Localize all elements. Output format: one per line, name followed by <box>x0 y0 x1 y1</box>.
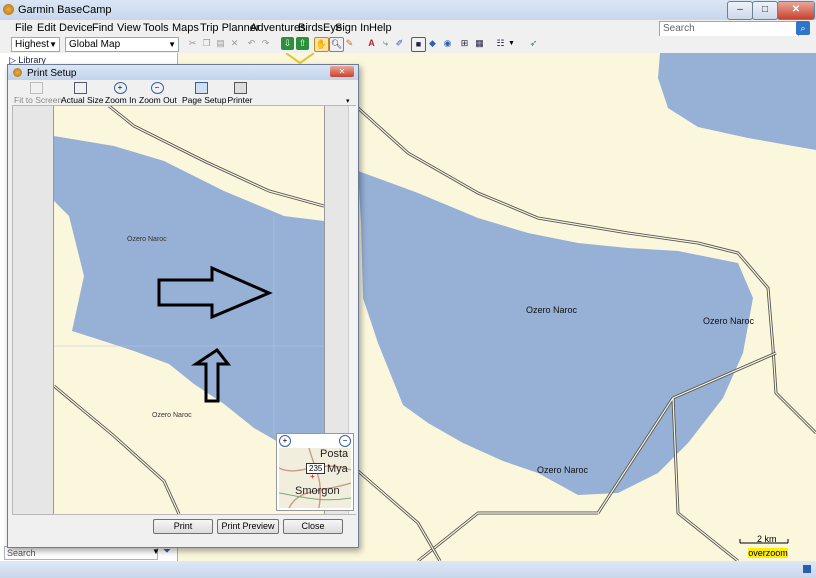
zoom-out-icon: − <box>150 82 164 94</box>
dialog-title-bar[interactable]: Print Setup ✕ <box>8 65 358 80</box>
search-icon[interactable]: ⌕ <box>796 21 810 35</box>
lake-label: Ozero Naroc <box>537 465 589 475</box>
zoom-out-button[interactable]: − Zoom Out <box>139 80 177 105</box>
overview-map[interactable]: + − Posta 235 Mya Smorgon + <box>276 433 354 511</box>
globe-view-icon[interactable]: ◉ <box>441 37 454 50</box>
dialog-close-icon[interactable]: ✕ <box>330 66 354 77</box>
new-route-icon[interactable]: ⤷ <box>379 37 392 50</box>
lake-label: Ozero Naroc <box>127 236 167 243</box>
road-number-badge: 235 <box>306 463 326 474</box>
print-setup-dialog: Print Setup ✕ Fit to Screen Actual Size … <box>7 64 359 548</box>
actual-size-button[interactable]: Actual Size <box>61 80 104 105</box>
overview-label: Posta <box>320 448 349 460</box>
menu-sign-in[interactable]: Sign In <box>335 22 369 34</box>
library-search-input[interactable]: Search <box>4 546 158 560</box>
lake-label: Ozero Naroc <box>152 412 192 419</box>
overview-zoom-in-icon[interactable]: + <box>279 435 291 447</box>
menu-file[interactable]: File <box>15 22 33 34</box>
zoom-tool-icon[interactable]: 🔍︎ <box>329 37 344 52</box>
dialog-title: Print Setup <box>27 68 77 79</box>
overview-label: Smorgon <box>295 485 340 497</box>
toolbar-label: Printer <box>227 95 253 105</box>
map-select-value: Global Map <box>69 39 121 50</box>
menu-device[interactable]: Device <box>59 22 93 34</box>
basecamp-logo-icon <box>3 4 14 15</box>
printer-icon <box>233 82 247 94</box>
map-view-icon[interactable]: ■ <box>411 37 426 52</box>
new-track-icon[interactable]: ✐ <box>393 37 406 50</box>
grid-view-icon[interactable]: ▦ <box>473 37 486 50</box>
resize-grip-icon[interactable] <box>803 565 811 573</box>
measure-tool-icon[interactable]: ✎ <box>343 37 356 50</box>
overview-zoom-out-icon[interactable]: − <box>339 435 351 447</box>
basecamp-logo-icon <box>13 68 22 77</box>
chevron-down-icon[interactable]: ▼ <box>152 547 160 556</box>
filter-icon[interactable]: ☷ <box>494 37 507 50</box>
send-to-device-icon[interactable]: ⇧ <box>296 37 309 50</box>
actual-size-icon <box>73 82 87 94</box>
paste-icon[interactable]: ▤ <box>214 37 227 50</box>
menu-edit[interactable]: Edit <box>37 22 56 34</box>
center-map-icon[interactable]: ⊞ <box>458 37 471 50</box>
toolbar-label: Zoom Out <box>139 95 177 105</box>
app-title: Garmin BaseCamp <box>18 4 112 16</box>
toolbar-label: Actual Size <box>61 95 104 105</box>
maximize-button[interactable]: □ <box>752 1 778 20</box>
copy-icon[interactable]: ❐ <box>200 37 213 50</box>
printer-button[interactable]: Printer <box>226 80 254 105</box>
print-button[interactable]: Print <box>153 519 213 534</box>
menu-help[interactable]: Help <box>369 22 392 34</box>
close-button[interactable]: Close <box>283 519 343 534</box>
lake-label: Ozero Naroc <box>703 316 755 326</box>
fit-to-screen-icon <box>29 82 43 94</box>
menu-maps[interactable]: Maps <box>172 22 199 34</box>
chevron-down-icon[interactable]: ▾ <box>346 97 350 105</box>
menu-find[interactable]: Find <box>92 22 113 34</box>
zoom-in-button[interactable]: + Zoom In <box>105 80 137 105</box>
location-marker-icon: + <box>310 472 315 481</box>
search-input[interactable]: Search <box>659 21 799 37</box>
detail-level-select[interactable]: Highest ▼ <box>11 37 60 52</box>
lake-label: Ozero Naroc <box>526 305 578 315</box>
overzoom-badge: overzoom <box>748 548 788 558</box>
zoom-in-icon: + <box>113 82 127 94</box>
detail-level-value: Highest <box>15 39 49 50</box>
fit-to-screen-button[interactable]: Fit to Screen <box>14 80 63 105</box>
hand-tool-icon[interactable]: ✋ <box>314 37 329 52</box>
receive-from-device-icon[interactable]: ⇩ <box>281 37 294 50</box>
map-select[interactable]: Global Map ▼ <box>65 37 179 52</box>
3d-view-icon[interactable]: ◆ <box>426 37 439 50</box>
cut-icon[interactable]: ✂ <box>186 37 199 50</box>
undo-icon[interactable]: ↶ <box>245 37 258 50</box>
status-bar <box>0 561 816 578</box>
redo-icon[interactable]: ↷ <box>259 37 272 50</box>
print-preview-button[interactable]: Print Preview <box>217 519 279 534</box>
chevron-down-icon: ▼ <box>168 40 176 49</box>
delete-icon[interactable]: ✕ <box>228 37 241 50</box>
menu-tools[interactable]: Tools <box>143 22 169 34</box>
overview-label: Mya <box>327 463 348 475</box>
chevron-down-icon[interactable]: ▼ <box>507 37 516 50</box>
minimize-button[interactable]: – <box>727 1 753 20</box>
app-title-bar: Garmin BaseCamp – □ ✕ <box>0 0 816 21</box>
chevron-down-icon: ▼ <box>49 40 57 49</box>
main-toolbar: Highest ▼ Global Map ▼ ✂ ❐ ▤ ✕ ↶ ↷ ⇩ ⇧ ✋… <box>0 36 816 54</box>
toolbar-label: Zoom In <box>105 95 137 105</box>
close-window-button[interactable]: ✕ <box>777 1 815 20</box>
page-setup-icon <box>194 82 208 94</box>
toolbar-label: Page Setup <box>182 95 227 105</box>
scale-label: 2 km <box>757 534 777 544</box>
menu-view[interactable]: View <box>117 22 141 34</box>
send-to-birdseye-icon[interactable]: ➶ <box>527 37 540 50</box>
page-setup-button[interactable]: Page Setup <box>182 80 227 105</box>
toolbar-label: Fit to Screen <box>14 95 63 105</box>
new-waypoint-icon[interactable]: A <box>365 37 378 50</box>
